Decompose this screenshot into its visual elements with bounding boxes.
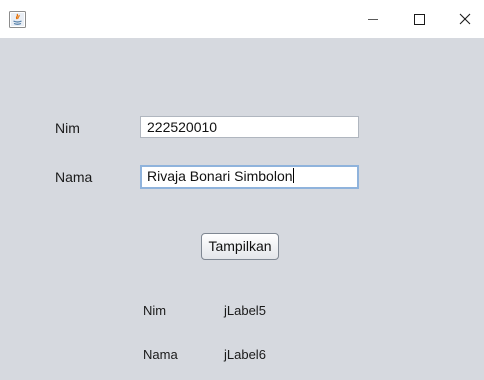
nama-label: Nama bbox=[55, 169, 93, 185]
output-nama-value: jLabel6 bbox=[224, 347, 266, 362]
nama-input[interactable]: Rivaja Bonari Simbolon bbox=[140, 165, 359, 189]
close-button[interactable] bbox=[442, 0, 484, 38]
nim-input[interactable]: 222520010 bbox=[140, 116, 359, 138]
title-bar[interactable] bbox=[0, 0, 484, 38]
maximize-icon bbox=[414, 14, 425, 25]
tampilkan-button[interactable]: Tampilkan bbox=[201, 233, 279, 260]
output-nim-value: jLabel5 bbox=[224, 303, 266, 318]
maximize-button[interactable] bbox=[396, 0, 442, 38]
nama-input-value: Rivaja Bonari Simbolon bbox=[147, 168, 293, 184]
output-nim-label: Nim bbox=[143, 303, 167, 318]
java-app-icon bbox=[9, 11, 26, 28]
minimize-icon bbox=[368, 19, 378, 20]
text-caret bbox=[292, 168, 294, 183]
nim-label: Nim bbox=[55, 120, 80, 136]
nim-input-value: 222520010 bbox=[147, 119, 218, 135]
output-nama-label: Nama bbox=[143, 347, 178, 362]
minimize-button[interactable] bbox=[350, 0, 396, 38]
close-icon bbox=[459, 13, 471, 25]
app-window: Nim 222520010 Nama Rivaja Bonari Simbolo… bbox=[0, 0, 484, 380]
